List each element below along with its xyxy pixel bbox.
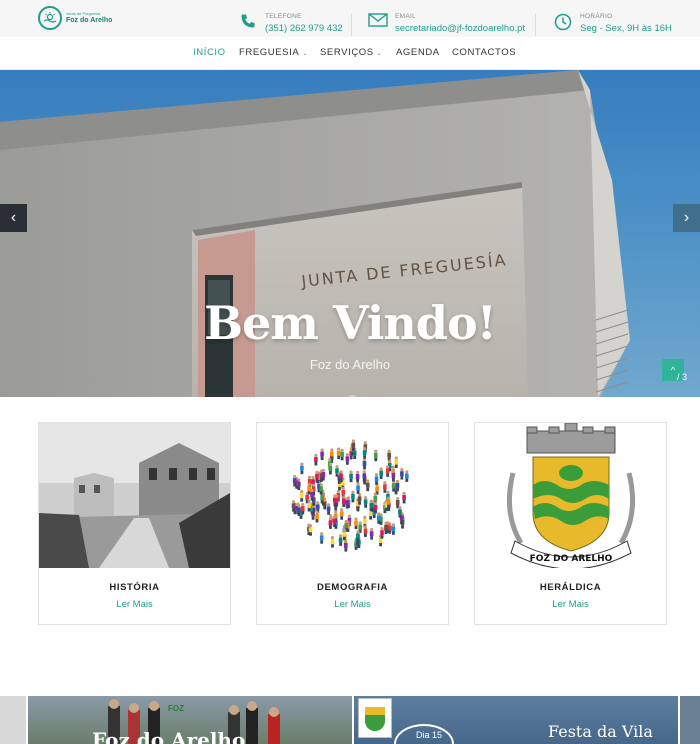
chevron-down-icon: ⌄: [302, 51, 308, 57]
hours-label: HORÁRIO: [580, 13, 613, 20]
nav-item-freguesia[interactable]: FREGUESIA ⌄: [239, 47, 308, 58]
contact-hours: HORÁRIO Seg - Sex, 9H às 16H: [552, 13, 672, 37]
news-tile[interactable]: [0, 696, 26, 744]
envelope-icon: [367, 13, 389, 35]
phone-label: TELEFONE: [265, 13, 302, 20]
card-title: HERÁLDICA: [539, 582, 602, 593]
read-more-link[interactable]: Ler Mais: [257, 599, 448, 610]
card-heraldica[interactable]: FOZ DO ARELHO HERÁLDICA Ler Mais: [474, 422, 667, 625]
logo-text: Junta de Freguesia Foz do Arelho: [66, 11, 113, 25]
divider: [351, 14, 352, 36]
nav-label: INÍCIO: [193, 47, 226, 58]
chevron-down-icon: ⌄: [376, 51, 383, 57]
hero-subtitle: Foz do Arelho: [309, 357, 391, 372]
logo-subtitle: Junta de Freguesia: [66, 11, 101, 16]
chevron-right-icon: ›: [683, 209, 690, 226]
phone-icon: [237, 13, 259, 35]
card-historia[interactable]: HISTÓRIA Ler Mais: [38, 422, 231, 625]
date-badge: Dia 15: [416, 730, 443, 740]
tile-logo: FOZ: [168, 704, 184, 713]
nav-label: SERVIÇOS: [320, 47, 374, 58]
top-bar: Junta de Freguesia Foz do Arelho TELEFON…: [0, 0, 700, 37]
tile-title: Festa da Vila: [548, 722, 653, 741]
slider-next-button[interactable]: ›: [673, 204, 700, 232]
slide-counter: / 3: [677, 372, 688, 382]
chevron-left-icon: ‹: [10, 209, 17, 226]
hours-value: Seg - Sex, 9H às 16H: [580, 23, 672, 34]
chevron-up-icon: ^: [670, 365, 676, 375]
email-value[interactable]: secretariado@jf-fozdoarelho.pt: [395, 23, 525, 34]
card-demografia[interactable]: DEMOGRAFIA Ler Mais: [256, 422, 449, 625]
card-title: HISTÓRIA: [109, 582, 160, 593]
demografia-people-illustration: [257, 423, 448, 568]
slider-dot[interactable]: [349, 395, 355, 397]
slider-prev-button[interactable]: ‹: [0, 204, 27, 232]
hero-title: Bem Vindo!: [204, 296, 497, 350]
phone-value[interactable]: (351) 262 979 432: [265, 23, 343, 34]
clock-icon: [552, 13, 574, 35]
news-tile[interactable]: [680, 696, 700, 744]
contact-email: EMAIL secretariado@jf-fozdoarelho.pt: [367, 13, 525, 37]
hero-slider: JUNTA DE FREGUESÍA Bem Vindo! Foz do Are…: [0, 70, 700, 397]
main-nav: INÍCIO FREGUESIA ⌄ SERVIÇOS ⌄ AGENDA CONTA…: [0, 37, 700, 70]
news-tile-festa[interactable]: Dia 15 Festa da Vila: [354, 696, 678, 744]
nav-label: FREGUESIA: [239, 47, 300, 58]
nav-label: AGENDA: [396, 47, 440, 58]
nav-item-inicio[interactable]: INÍCIO: [193, 47, 226, 58]
crest-thumbnail: [358, 698, 392, 738]
nav-label: CONTACTOS: [452, 47, 517, 58]
logo[interactable]: Junta de Freguesia Foz do Arelho: [38, 6, 112, 30]
tile-title: Foz do Arelho: [92, 728, 246, 744]
divider: [535, 14, 536, 36]
read-more-link[interactable]: Ler Mais: [475, 599, 666, 610]
nav-item-contactos[interactable]: CONTACTOS: [452, 47, 516, 58]
card-title: DEMOGRAFIA: [317, 582, 388, 593]
coat-of-arms-image: FOZ DO ARELHO: [475, 423, 666, 568]
email-label: EMAIL: [395, 13, 417, 20]
logo-emblem-icon: [38, 6, 62, 30]
historia-photo: [39, 423, 230, 568]
contact-phone: TELEFONE (351) 262 979 432: [237, 13, 343, 37]
nav-item-servicos[interactable]: SERVIÇOS ⌄: [320, 47, 382, 58]
nav-item-agenda[interactable]: AGENDA: [396, 47, 440, 58]
news-tile-foz[interactable]: FOZ Foz do Arelho: [28, 696, 352, 744]
logo-name: Foz do Arelho: [66, 17, 113, 24]
news-strip: FOZ Foz do Arelho Dia 15 Festa da Vila: [0, 696, 700, 744]
read-more-link[interactable]: Ler Mais: [39, 599, 230, 610]
crest-motto: FOZ DO ARELHO: [530, 554, 613, 564]
